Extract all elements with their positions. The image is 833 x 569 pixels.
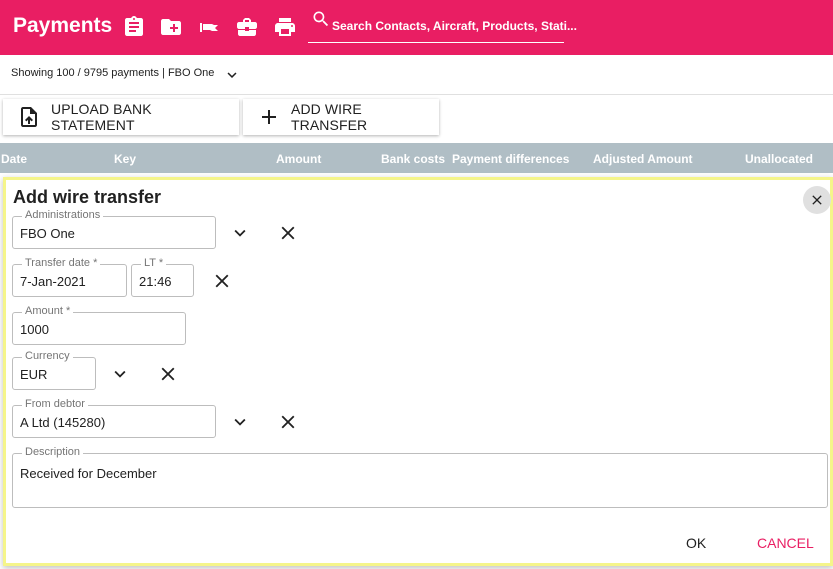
column-date[interactable]: Date [1,152,27,166]
clear-icon[interactable] [211,270,233,292]
printer-icon[interactable] [273,15,297,39]
page-title: Payments [13,14,113,37]
currency-label: Currency [22,350,73,362]
close-dialog-button[interactable] [803,186,831,214]
filter-bar: Showing 100 / 9795 payments | FBO One [0,55,833,95]
clear-icon[interactable] [277,222,299,244]
search-icon [313,11,329,27]
add-wire-transfer-dialog: Add wire transfer Administrations FBO On… [3,177,833,566]
from-debtor-value: A Ltd (145280) [20,415,106,430]
chevron-down-icon[interactable] [223,66,241,84]
transfer-date-label: Transfer date * [22,257,101,269]
file-upload-icon [17,105,41,129]
cancel-button[interactable]: CANCEL [757,535,814,551]
amount-label: Amount * [22,305,74,317]
showing-count: Showing 100 / 9795 payments | FBO One [11,67,215,79]
column-adjusted-amount[interactable]: Adjusted Amount [593,152,693,166]
clipboard-icon[interactable] [122,15,146,39]
add-wire-transfer-button[interactable]: ADD WIRE TRANSFER [243,99,439,135]
dialog-title: Add wire transfer [13,187,162,207]
search-field[interactable]: Search Contacts, Aircraft, Products, Sta… [308,8,577,43]
column-bank-costs[interactable]: Bank costs [381,152,445,166]
table-header: Date Key Amount Bank costs Payment diffe… [0,143,833,173]
administrations-value: FBO One [20,226,75,241]
transfer-date-field[interactable]: Transfer date * 7-Jan-2021 [12,257,127,297]
flag-icon[interactable] [197,15,221,39]
column-payment-differences[interactable]: Payment differences [452,152,569,166]
lt-label: LT * [141,257,167,269]
upload-bank-statement-button[interactable]: UPLOAD BANK STATEMENT [3,99,239,135]
description-field[interactable]: Description Received for December [12,446,828,508]
app-header: Payments Search Contacts, Aircraft, Prod… [0,0,833,55]
column-unallocated[interactable]: Unallocated [745,152,813,166]
plus-icon [257,105,281,129]
column-amount[interactable]: Amount [276,152,321,166]
column-key[interactable]: Key [114,152,136,166]
lt-time-field[interactable]: LT * 21:46 [131,257,194,297]
description-label: Description [22,446,84,458]
from-debtor-label: From debtor [22,398,88,410]
chevron-down-icon[interactable] [229,222,251,244]
currency-field[interactable]: Currency EUR [12,350,96,390]
administrations-label: Administrations [22,209,104,221]
clear-icon[interactable] [277,411,299,433]
lt-value: 21:46 [139,274,172,289]
amount-field[interactable]: Amount * 1000 [12,305,186,345]
upload-bank-statement-label: UPLOAD BANK STATEMENT [51,101,152,133]
description-value: Received for December [20,466,157,481]
chevron-down-icon[interactable] [229,411,251,433]
search-input[interactable]: Search Contacts, Aircraft, Products, Sta… [332,19,577,33]
briefcase-icon[interactable] [235,15,259,39]
currency-value: EUR [20,367,48,382]
chevron-down-icon[interactable] [109,363,131,385]
amount-value: 1000 [20,322,49,337]
administrations-field[interactable]: Administrations FBO One [12,209,216,249]
add-wire-transfer-label: ADD WIRE TRANSFER [291,101,368,133]
transfer-date-value: 7-Jan-2021 [20,274,86,289]
ok-button[interactable]: OK [686,535,706,551]
close-icon [812,195,822,205]
clear-icon[interactable] [157,363,179,385]
from-debtor-field[interactable]: From debtor A Ltd (145280) [12,398,216,438]
folder-add-icon[interactable] [159,15,183,39]
